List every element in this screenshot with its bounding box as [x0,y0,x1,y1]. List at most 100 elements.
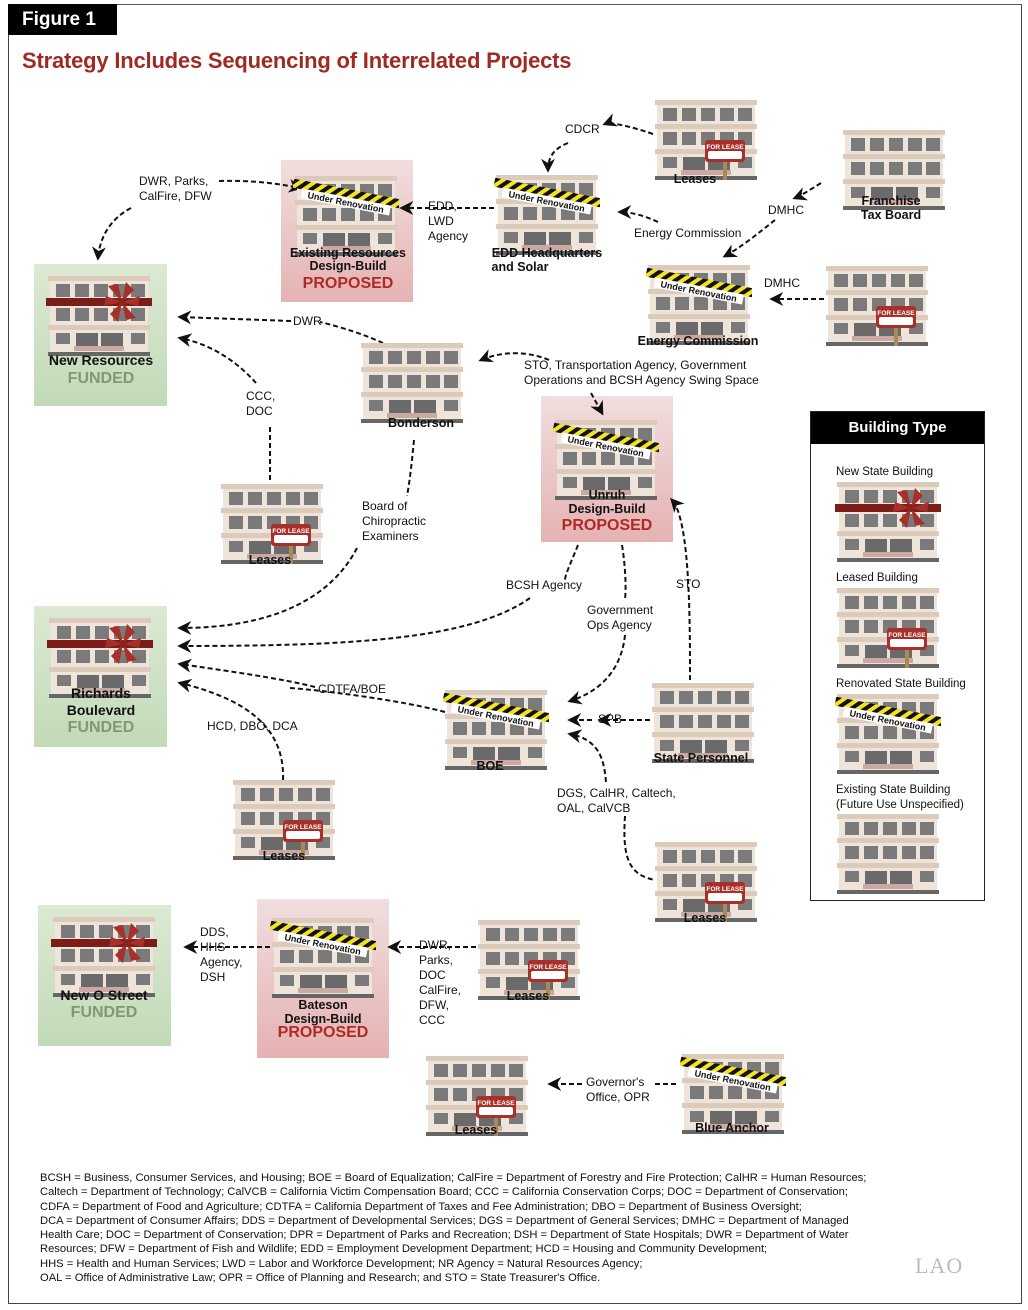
edge-cdcr-to-edd [541,142,569,173]
richards-boulevard-label-2: Boulevard [66,702,136,718]
edge-label-line: CCC, [246,389,276,403]
new-resources-status: FUNDED [67,370,135,387]
legend-existing-label-1: Existing State Building [836,784,951,796]
existing-resources-label-2: Design-Build [309,259,387,273]
edge-label-line: Chiropractic [362,514,427,528]
edge-label-spb: SPB [598,712,623,726]
boe-label: BOE [476,759,504,773]
franchise-tax-board-label-2: Tax Board [860,208,922,222]
edge-label-line: Board of [362,499,408,513]
edge-label-gov-ops: Government Ops Agency [587,603,653,633]
footnote-line: OAL = Office of Administrative Law; OPR … [40,1272,601,1285]
legend-renovated-building-icon [835,694,941,774]
legend-renovated-label: Renovated State Building [836,678,966,690]
franchise-tax-board-label-1: Franchise [861,194,921,208]
edge-label-line: DWR, Parks, [139,174,209,188]
edge-label-energy-commission: Energy Commission [634,226,742,240]
legend-leased-building-icon [835,588,941,668]
edge-bcsh-to-richards-b [177,597,531,653]
edge-label-chiropractic: Board of Chiropractic Examiners [362,499,426,544]
edge-label-dwr-parks-bateson: DWR, Parks, DOC CalFire, DFW, CCC [419,938,461,1028]
edge-label-dwr-parks: DWR, Parks, CalFire, DFW [139,174,212,204]
edge-label-line: Governor's [586,1075,645,1089]
unruh-label-1: Unruh [588,488,626,502]
unruh-label-2: Design-Build [568,502,646,516]
edge-label-line: EDD, [428,199,457,213]
legend-new-building-icon [835,482,941,562]
leases-ccc-building-icon [219,484,325,564]
leases-dwr-label: Leases [506,989,550,1003]
edge-label-dds-hhs: DDS, HHS Agency, DSH [200,925,242,985]
edge-label-line: DWR, [419,938,451,952]
edge-leases-to-edd [602,113,654,135]
new-o-street-building-icon [51,917,157,997]
new-resources-label: New Resources [48,352,154,368]
leases-dgs-building-icon [653,842,759,922]
edge-label-line: LWD [428,214,454,228]
boe-building-icon [443,690,549,770]
edd-hq-label-1: EDD Headquarters [491,246,603,260]
edge-label-edd-lwd: EDD, LWD Agency [428,199,468,244]
edge-label-line: DGS, CalHR, Caltech, [557,786,676,800]
edge-cdtfa-to-richards [177,658,316,688]
footnote-line: HHS = Health and Human Services; LWD = L… [40,1257,643,1270]
footnote-line: Health Care; DOC = Department of Conserv… [40,1229,849,1242]
edge-bcsh-to-richards [564,544,579,581]
edge-bonderson-to-newresources-dwr [177,310,292,325]
edge-gov-ops-to-boe [567,634,626,705]
energy-commission-label: Energy Commission [637,334,759,348]
edge-label-line: Agency, [200,955,243,969]
legend-title: Building Type [811,412,984,444]
edge-label-sto: STO [676,577,701,591]
leases-dmhc-building-icon [824,266,930,346]
edge-dgs-down [623,815,656,881]
edge-label-line: DSH [200,970,226,984]
edge-label-dmhc-ftb: DMHC [768,203,804,217]
edge-label-line: HHS [200,940,226,954]
edge-label-dgs: DGS, CalHR, Caltech, OAL, CalVCB [557,786,676,816]
edge-ccc-to-newresources [177,333,257,384]
bonderson-building-icon [361,343,463,423]
edge-label-bcsh-agency: BCSH Agency [506,578,583,592]
new-resources-building-icon [46,276,152,356]
richards-boulevard-label-1: Richards [71,685,131,701]
edge-label-line: Government [587,603,654,617]
edge-label-hcd-dbo-dca: HCD, DBO, DCA [207,719,298,733]
edge-bonderson-down [406,439,415,497]
edge-existing-to-newresources [218,178,303,193]
edd-hq-building-icon [494,175,600,255]
leases-dgs-label: Leases [683,911,727,925]
edge-label-line: DOC [419,968,446,982]
edge-label-line: Examiners [362,529,419,543]
edge-ftb-dmhc [792,182,822,201]
leases-hcd-label: Leases [262,849,306,863]
edge-label-dwr: DWR [293,314,322,328]
legend-existing-building-icon [837,814,939,894]
legend-existing-label-2: (Future Use Unspecified) [836,799,964,811]
new-o-street-label: New O Street [60,987,148,1003]
edge-energy-to-edd [617,205,659,223]
edge-swing-to-unruh [590,392,604,416]
leases-hcd-building-icon [231,780,337,860]
footnote-line: Caltech = Department of Technology; CalV… [40,1186,848,1199]
bonderson-label: Bonderson [388,416,454,430]
richards-boulevard-status: FUNDED [67,719,135,736]
abbreviations-footnote: BCSH = Business, Consumer Services, and … [40,1171,980,1285]
footnote-line: DCA = Department of Consumer Affairs; DD… [40,1214,849,1227]
existing-resources-status: PROPOSED [302,275,394,292]
unruh-status: PROPOSED [561,517,653,534]
edge-label-line: STO, Transportation Agency, Government [524,358,747,372]
leases-ccc-label: Leases [248,553,292,567]
edge-label-cdcr: CDCR [565,122,600,136]
edge-label-line: DDS, [200,925,229,939]
edge-label-line: CalFire, [419,983,462,997]
edge-label-line: DOC [246,404,273,418]
bateson-status: PROPOSED [277,1024,369,1041]
edge-label-ccc-doc: CCC, DOC [246,389,275,419]
edd-hq-label-2: and Solar [491,260,549,274]
existing-resources-building-icon [293,176,399,256]
edge-label-dmhc-leases: DMHC [764,276,800,290]
edge-label-cdtfa-boe: CDTFA/BOE [318,682,387,696]
edge-label-line: Operations and BCSH Agency Swing Space [524,373,759,387]
building-type-legend: Building Type New State Building Leased … [810,411,985,901]
